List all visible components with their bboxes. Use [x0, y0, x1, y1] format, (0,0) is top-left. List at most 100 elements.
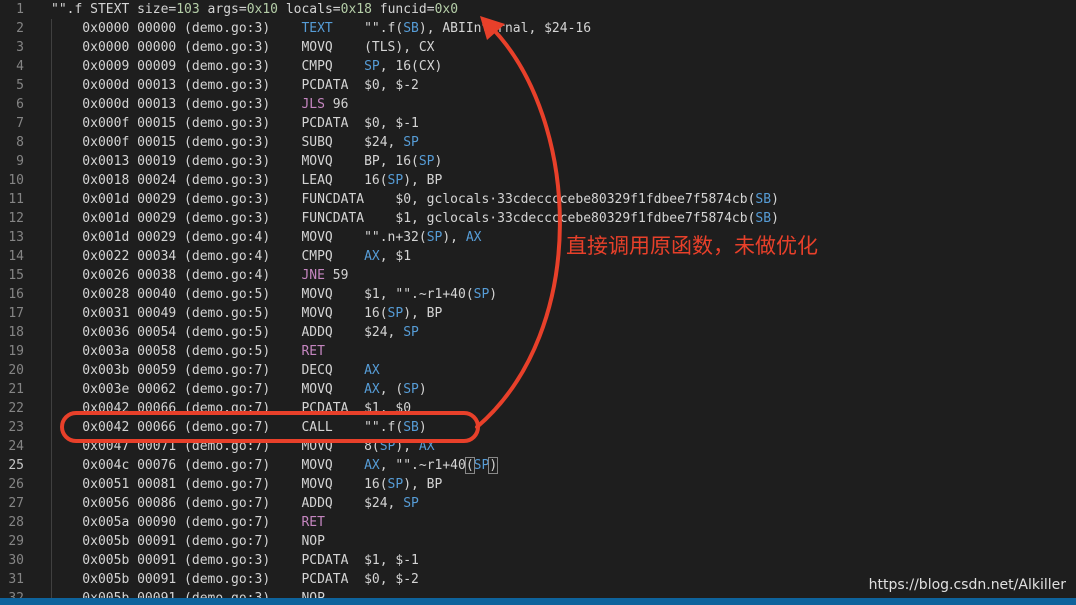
- code-token: 0x005b 00091 (demo.go:7) NOP: [51, 534, 325, 549]
- code-line[interactable]: 28 0x005a 00090 (demo.go:7) RET: [0, 513, 1076, 532]
- line-number: 4: [16, 59, 24, 74]
- code-line[interactable]: 4 0x0009 00009 (demo.go:3) CMPQ SP, 16(C…: [0, 57, 1076, 76]
- code-text[interactable]: 0x000d 00013 (demo.go:3) PCDATA $0, $-2: [51, 76, 419, 95]
- code-line[interactable]: 24 0x0047 00071 (demo.go:7) MOVQ 8(SP), …: [0, 437, 1076, 456]
- code-line[interactable]: 14 0x0022 00034 (demo.go:4) CMPQ AX, $1: [0, 247, 1076, 266]
- code-text[interactable]: 0x003a 00058 (demo.go:5) RET: [51, 342, 325, 361]
- code-text[interactable]: 0x000f 00015 (demo.go:3) SUBQ $24, SP: [51, 133, 419, 152]
- code-line[interactable]: 22 0x0042 00066 (demo.go:7) PCDATA $1, $…: [0, 399, 1076, 418]
- code-text[interactable]: 0x0042 00066 (demo.go:7) PCDATA $1, $0: [51, 399, 411, 418]
- code-line[interactable]: 5 0x000d 00013 (demo.go:3) PCDATA $0, $-…: [0, 76, 1076, 95]
- code-text[interactable]: 0x0028 00040 (demo.go:5) MOVQ $1, "".~r1…: [51, 285, 497, 304]
- code-token: ): [418, 420, 427, 435]
- code-line[interactable]: 20 0x003b 00059 (demo.go:7) DECQ AX: [0, 361, 1076, 380]
- code-line[interactable]: 19 0x003a 00058 (demo.go:5) RET: [0, 342, 1076, 361]
- code-token: SP: [403, 135, 419, 150]
- code-line[interactable]: 26 0x0051 00081 (demo.go:7) MOVQ 16(SP),…: [0, 475, 1076, 494]
- code-token: funcid=: [371, 2, 435, 17]
- code-line[interactable]: 8 0x000f 00015 (demo.go:3) SUBQ $24, SP: [0, 133, 1076, 152]
- code-text[interactable]: 0x005b 00091 (demo.go:3) PCDATA $1, $-1: [51, 551, 419, 570]
- code-line[interactable]: 1 "".f STEXT size=103 args=0x10 locals=0x…: [0, 0, 1076, 19]
- annotation-note: 直接调用原函数，未做优化: [566, 234, 818, 258]
- code-line[interactable]: 13 0x001d 00029 (demo.go:4) MOVQ "".n+32…: [0, 228, 1076, 247]
- code-text[interactable]: 0x0051 00081 (demo.go:7) MOVQ 16(SP), BP: [51, 475, 442, 494]
- line-number: 28: [8, 515, 24, 530]
- code-line[interactable]: 25 0x004c 00076 (demo.go:7) MOVQ AX, "".…: [0, 456, 1076, 475]
- code-text[interactable]: 0x0036 00054 (demo.go:5) ADDQ $24, SP: [51, 323, 419, 342]
- code-line[interactable]: 12 0x001d 00029 (demo.go:3) FUNCDATA $1,…: [0, 209, 1076, 228]
- code-line[interactable]: 9 0x0013 00019 (demo.go:3) MOVQ BP, 16(S…: [0, 152, 1076, 171]
- code-line[interactable]: 18 0x0036 00054 (demo.go:5) ADDQ $24, SP: [0, 323, 1076, 342]
- code-token: 0x000f 00015 (demo.go:3) PCDATA $0, $-1: [51, 116, 419, 131]
- code-line[interactable]: 10 0x0018 00024 (demo.go:3) LEAQ 16(SP),…: [0, 171, 1076, 190]
- code-text[interactable]: 0x000f 00015 (demo.go:3) PCDATA $0, $-1: [51, 114, 419, 133]
- code-text[interactable]: 0x005b 00091 (demo.go:3) NOP: [51, 589, 325, 598]
- code-token: SP: [426, 230, 443, 245]
- watermark: https://blog.csdn.net/Alkiller: [868, 577, 1066, 593]
- code-text[interactable]: 0x0042 00066 (demo.go:7) CALL "".f(SB): [51, 418, 427, 437]
- code-token: 0x0009 00009 (demo.go:3) CMPQ: [51, 59, 365, 74]
- line-number: 23: [8, 420, 24, 435]
- code-line[interactable]: 27 0x0056 00086 (demo.go:7) ADDQ $24, SP: [0, 494, 1076, 513]
- code-token: 0x001d 00029 (demo.go:4) MOVQ "".n+32(: [51, 230, 427, 245]
- code-text[interactable]: 0x003b 00059 (demo.go:7) DECQ AX: [51, 361, 379, 380]
- code-text[interactable]: 0x005b 00091 (demo.go:3) PCDATA $0, $-2: [51, 570, 419, 589]
- code-line[interactable]: 15 0x0026 00038 (demo.go:4) JNE 59: [0, 266, 1076, 285]
- code-token: , (: [379, 382, 404, 397]
- code-token: AX: [418, 439, 435, 454]
- code-text[interactable]: 0x005b 00091 (demo.go:7) NOP: [51, 532, 325, 551]
- code-token: 0x0026 00038 (demo.go:4): [51, 268, 302, 283]
- code-text[interactable]: 0x0022 00034 (demo.go:4) CMPQ AX, $1: [51, 247, 411, 266]
- code-text[interactable]: 0x005a 00090 (demo.go:7) RET: [51, 513, 325, 532]
- code-token: JNE: [301, 268, 325, 283]
- code-token: ),: [442, 230, 466, 245]
- code-token: ), ABIInternal, $24-16: [418, 21, 592, 36]
- code-text[interactable]: 0x0009 00009 (demo.go:3) CMPQ SP, 16(CX): [51, 57, 442, 76]
- code-line[interactable]: 11 0x001d 00029 (demo.go:3) FUNCDATA $0,…: [0, 190, 1076, 209]
- line-number: 30: [8, 553, 24, 568]
- code-token: ), BP: [403, 306, 443, 321]
- code-line[interactable]: 29 0x005b 00091 (demo.go:7) NOP: [0, 532, 1076, 551]
- code-text[interactable]: 0x0047 00071 (demo.go:7) MOVQ 8(SP), AX: [51, 437, 435, 456]
- code-token: SB: [755, 211, 772, 226]
- code-line[interactable]: 2 0x0000 00000 (demo.go:3) TEXT "".f(SB)…: [0, 19, 1076, 38]
- code-text[interactable]: 0x0013 00019 (demo.go:3) MOVQ BP, 16(SP): [51, 152, 442, 171]
- code-text[interactable]: 0x0026 00038 (demo.go:4) JNE 59: [51, 266, 348, 285]
- code-text[interactable]: 0x004c 00076 (demo.go:7) MOVQ AX, "".~r1…: [51, 456, 499, 475]
- code-token: AX: [364, 249, 380, 264]
- line-number: 19: [8, 344, 24, 359]
- code-line[interactable]: 3 0x0000 00000 (demo.go:3) MOVQ (TLS), C…: [0, 38, 1076, 57]
- code-token: SP: [364, 59, 380, 74]
- code-line[interactable]: 6 0x000d 00013 (demo.go:3) JLS 96: [0, 95, 1076, 114]
- code-text[interactable]: 0x001d 00029 (demo.go:4) MOVQ "".n+32(SP…: [51, 228, 481, 247]
- code-text[interactable]: 0x0018 00024 (demo.go:3) LEAQ 16(SP), BP: [51, 171, 442, 190]
- code-line[interactable]: 21 0x003e 00062 (demo.go:7) MOVQ AX, (SP…: [0, 380, 1076, 399]
- code-line[interactable]: 16 0x0028 00040 (demo.go:5) MOVQ $1, "".…: [0, 285, 1076, 304]
- code-token: 0x0028 00040 (demo.go:5) MOVQ $1, "".~r1…: [51, 287, 474, 302]
- code-token: 0x003b 00059 (demo.go:7) DECQ: [51, 363, 365, 378]
- code-text[interactable]: 0x003e 00062 (demo.go:7) MOVQ AX, (SP): [51, 380, 426, 399]
- code-text[interactable]: 0x001d 00029 (demo.go:3) FUNCDATA $0, gc…: [51, 190, 779, 209]
- code-text[interactable]: 0x0000 00000 (demo.go:3) MOVQ (TLS), CX: [51, 38, 434, 57]
- line-number: 20: [8, 363, 24, 378]
- code-token: AX: [364, 458, 380, 473]
- code-line[interactable]: 17 0x0031 00049 (demo.go:5) MOVQ 16(SP),…: [0, 304, 1076, 323]
- code-token: 0x005b 00091 (demo.go:3) PCDATA $0, $-2: [51, 572, 419, 587]
- code-token: SP: [387, 306, 404, 321]
- line-number: 6: [16, 97, 24, 112]
- code-text[interactable]: 0x001d 00029 (demo.go:3) FUNCDATA $1, gc…: [51, 209, 779, 228]
- code-line[interactable]: 30 0x005b 00091 (demo.go:3) PCDATA $1, $…: [0, 551, 1076, 570]
- code-text[interactable]: 0x0000 00000 (demo.go:3) TEXT "".f(SB), …: [51, 19, 591, 38]
- code-token: 103: [176, 2, 200, 17]
- code-editor[interactable]: 1 "".f STEXT size=103 args=0x10 locals=0x…: [0, 0, 1076, 598]
- code-line[interactable]: 23 0x0042 00066 (demo.go:7) CALL "".f(SB…: [0, 418, 1076, 437]
- code-token: 59: [324, 268, 349, 283]
- code-token: 0x0047 00071 (demo.go:7) MOVQ 8(: [51, 439, 380, 454]
- line-number: 27: [8, 496, 24, 511]
- code-text[interactable]: "".f STEXT size=103 args=0x10 locals=0x1…: [51, 0, 458, 19]
- code-line[interactable]: 7 0x000f 00015 (demo.go:3) PCDATA $0, $-…: [0, 114, 1076, 133]
- code-text[interactable]: 0x000d 00013 (demo.go:3) JLS 96: [51, 95, 348, 114]
- code-text[interactable]: 0x0056 00086 (demo.go:7) ADDQ $24, SP: [51, 494, 419, 513]
- code-token: 0x000f 00015 (demo.go:3) SUBQ $24,: [51, 135, 404, 150]
- code-text[interactable]: 0x0031 00049 (demo.go:5) MOVQ 16(SP), BP: [51, 304, 442, 323]
